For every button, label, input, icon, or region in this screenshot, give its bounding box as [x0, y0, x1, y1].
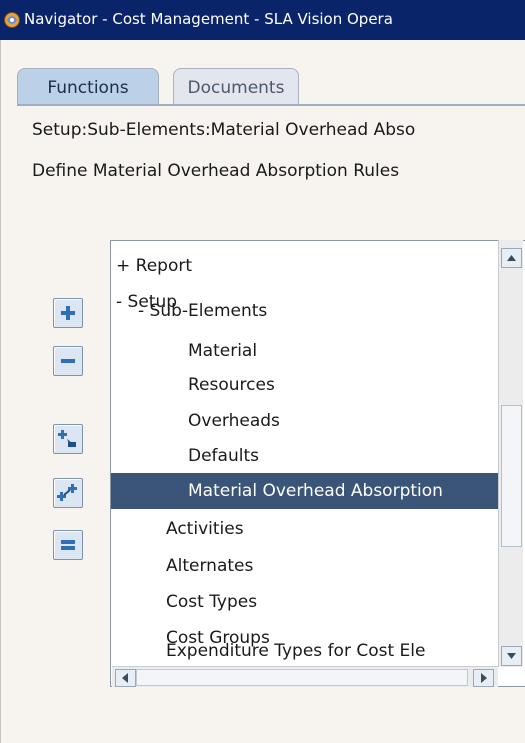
collapse-all-button[interactable] — [53, 530, 83, 560]
expand-branch-button[interactable] — [53, 424, 83, 454]
tree-item-resources[interactable]: Resources — [188, 367, 275, 403]
function-path: Setup:Sub-Elements:Material Overhead Abs… — [32, 120, 416, 140]
arrow-down-icon — [507, 653, 516, 659]
tab-documents[interactable]: Documents — [173, 68, 299, 105]
navigator-window: Navigator - Cost Management - SLA Vision… — [0, 0, 525, 743]
arrow-up-icon — [507, 255, 516, 261]
window-title: Navigator - Cost Management - SLA Vision… — [24, 10, 393, 28]
collapse-minus-icon — [61, 359, 75, 363]
title-bar: Navigator - Cost Management - SLA Vision… — [0, 0, 525, 40]
tree-item-sub-elements[interactable]: - Sub-Elements — [138, 293, 267, 329]
scroll-up-button[interactable] — [501, 248, 522, 268]
tree-item-report[interactable]: + Report — [116, 248, 192, 284]
tree-item-material-overhead-absorption[interactable]: Material Overhead Absorption — [111, 473, 498, 509]
tab-functions[interactable]: Functions — [17, 68, 159, 105]
function-description: Define Material Overhead Absorption Rule… — [32, 161, 400, 181]
tree-item-activities[interactable]: Activities — [166, 511, 244, 547]
tree-item-expenditure-types[interactable]: Expenditure Types for Cost Ele — [166, 633, 498, 669]
expand-all-icon — [57, 484, 77, 501]
expand-button[interactable] — [53, 298, 83, 328]
tree-item-cost-types[interactable]: Cost Types — [166, 584, 257, 620]
scroll-right-button[interactable] — [473, 669, 494, 687]
scroll-left-button[interactable] — [115, 669, 136, 687]
expand-plus-icon — [61, 306, 75, 320]
tree-item-overheads[interactable]: Overheads — [188, 403, 280, 439]
scroll-down-button[interactable] — [501, 646, 522, 666]
tree-item-material[interactable]: Material — [188, 333, 257, 369]
horizontal-scroll-thumb[interactable] — [136, 669, 468, 686]
arrow-right-icon — [481, 673, 487, 683]
frame-edge — [0, 40, 1, 743]
oracle-app-icon — [4, 12, 20, 28]
collapse-all-icon — [61, 540, 75, 550]
tree-item-defaults[interactable]: Defaults — [188, 438, 259, 474]
vertical-scroll-thumb[interactable] — [501, 405, 522, 547]
arrow-left-icon — [122, 673, 128, 683]
collapse-button[interactable] — [53, 346, 83, 376]
expand-branch-icon — [58, 430, 76, 447]
expand-all-button[interactable] — [53, 478, 83, 508]
tab-strip-divider — [17, 104, 525, 106]
tree-item-alternates[interactable]: Alternates — [166, 548, 253, 584]
